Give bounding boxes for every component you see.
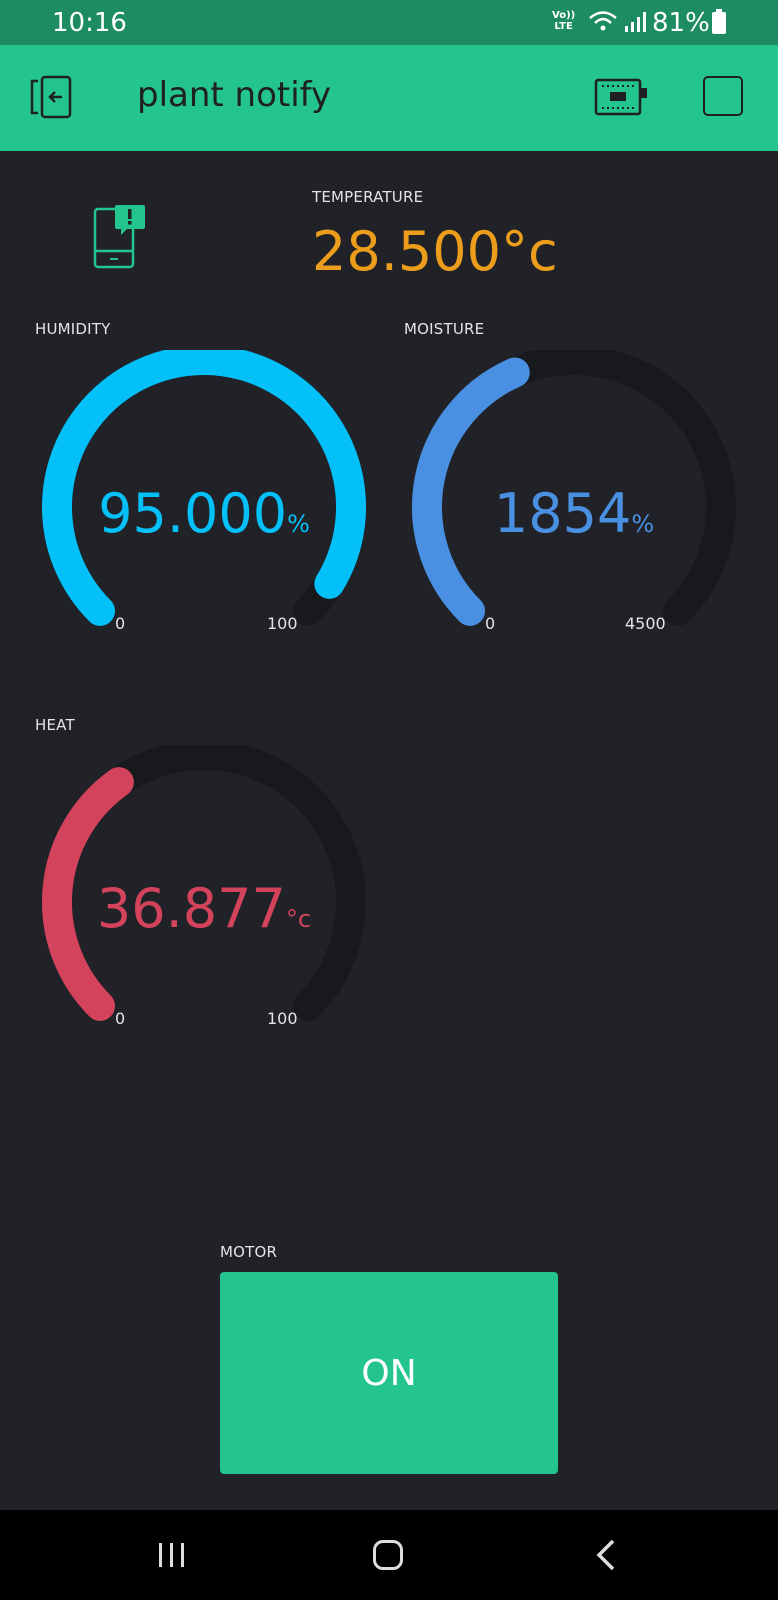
app-title: plant notify (137, 75, 332, 115)
moisture-max: 4500 (625, 614, 666, 633)
moisture-value: 1854% (407, 482, 741, 545)
humidity-number: 95.000 (98, 482, 288, 545)
heat-number: 36.877 (96, 877, 286, 940)
moisture-label: MOISTURE (404, 320, 485, 338)
status-time: 10:16 (52, 8, 127, 38)
status-bar: 10:16 Vo)) LTE 81% (0, 0, 778, 45)
app-bar: plant notify (0, 45, 778, 151)
heat-unit: °c (285, 905, 312, 933)
battery-percent: 81% (652, 8, 710, 38)
device-icon[interactable] (594, 78, 648, 120)
exit-project-icon[interactable] (28, 75, 76, 123)
network-volte: Vo)) (552, 10, 576, 21)
heat-label: HEAT (35, 716, 75, 734)
nav-bar (0, 1510, 778, 1600)
motor-label: MOTOR (220, 1243, 278, 1261)
humidity-unit: % (287, 510, 310, 538)
heat-gauge: 36.877°c 0 100 (37, 745, 371, 1035)
heat-max: 100 (267, 1009, 298, 1028)
phone-notification-icon[interactable] (93, 205, 147, 273)
moisture-number: 1854 (493, 482, 632, 545)
heat-min: 0 (115, 1009, 126, 1028)
motor-button[interactable]: ON (220, 1272, 558, 1474)
humidity-min: 0 (115, 614, 126, 633)
temperature-label: TEMPERATURE (312, 188, 424, 206)
stop-button[interactable] (703, 76, 743, 116)
back-icon[interactable] (595, 1539, 617, 1575)
moisture-unit: % (631, 510, 655, 538)
wifi-icon (588, 10, 618, 36)
humidity-label: HUMIDITY (35, 320, 111, 338)
moisture-min: 0 (485, 614, 496, 633)
heat-value: 36.877°c (37, 877, 371, 940)
humidity-value: 95.000% (37, 482, 371, 545)
recent-apps-icon[interactable] (157, 1541, 187, 1573)
network-lte: LTE (554, 21, 573, 32)
moisture-gauge: 1854% 0 4500 (407, 350, 741, 640)
home-icon[interactable] (373, 1540, 403, 1570)
signal-icon (624, 12, 646, 36)
network-indicator: Vo)) LTE (552, 10, 575, 32)
humidity-max: 100 (267, 614, 298, 633)
temperature-value: 28.500°c (312, 220, 558, 283)
humidity-gauge: 95.000% 0 100 (37, 350, 371, 640)
battery-icon (712, 9, 726, 34)
